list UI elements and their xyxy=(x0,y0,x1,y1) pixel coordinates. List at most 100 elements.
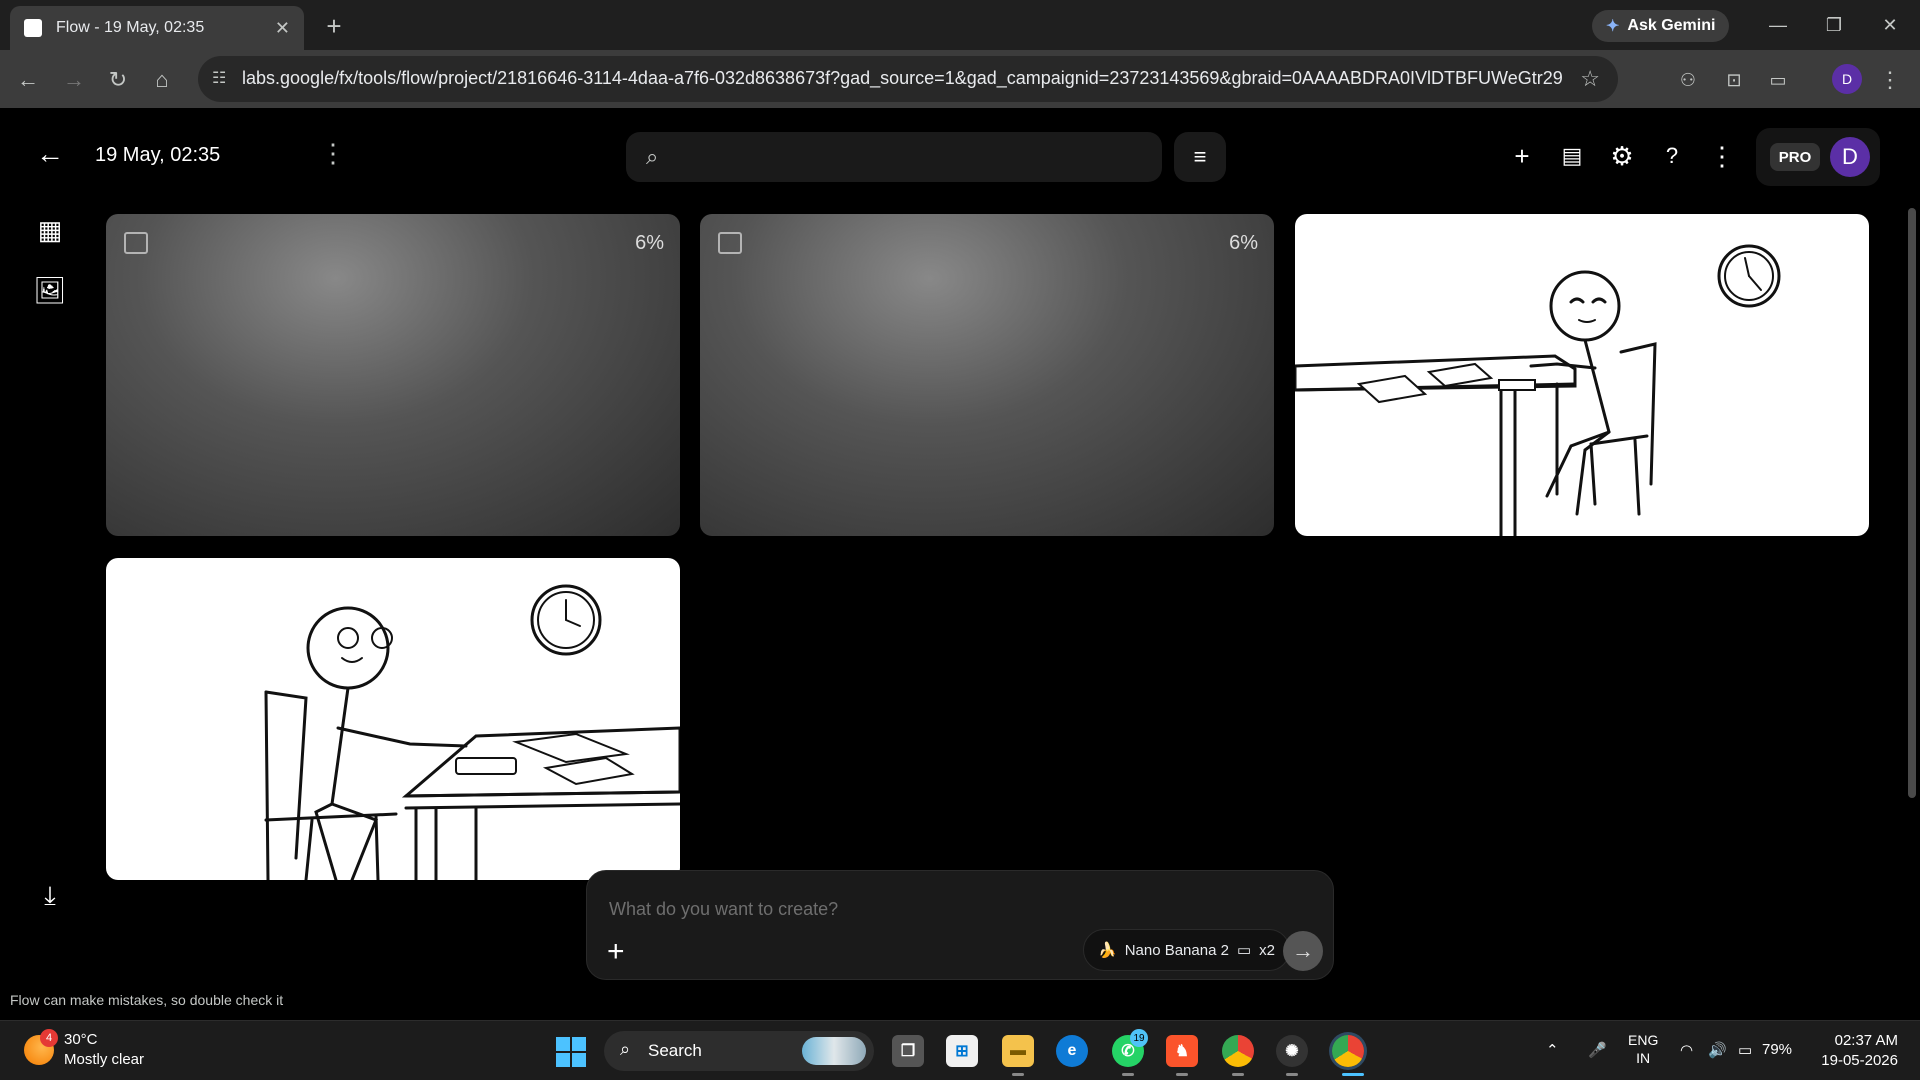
home-icon[interactable]: ⌂ xyxy=(146,64,178,96)
extension-icon[interactable]: ⚇ xyxy=(1672,64,1704,96)
aspect-ratio-icon: ▭ xyxy=(1236,942,1252,959)
more-options-icon[interactable]: ⋮ xyxy=(1704,138,1740,174)
image-view-icon[interactable]: 🖼 xyxy=(34,274,67,306)
wifi-icon[interactable]: ◠ xyxy=(1680,1041,1693,1059)
close-window-button[interactable]: ✕ xyxy=(1870,8,1910,42)
help-icon[interactable]: ? xyxy=(1654,138,1690,174)
pro-badge[interactable]: PRO xyxy=(1770,143,1820,171)
microphone-icon[interactable]: 🎤 xyxy=(1588,1041,1607,1059)
close-tab-icon[interactable]: ✕ xyxy=(275,18,290,39)
browser-profile-avatar[interactable]: D xyxy=(1832,64,1862,94)
prompt-input[interactable] xyxy=(609,899,1209,920)
stick-figure-desk-illustration xyxy=(264,584,680,880)
taskbar-search[interactable]: ⌕ Search xyxy=(604,1031,874,1071)
brave-icon[interactable]: ♞ xyxy=(1166,1035,1198,1067)
output-count: x2 xyxy=(1259,941,1275,959)
settings-gear-icon[interactable]: ⚙ xyxy=(1604,138,1640,174)
browser-menu-icon[interactable]: ⋮ xyxy=(1874,64,1906,96)
search-icon: ⌕ xyxy=(646,144,659,169)
prompt-composer: + 🍌 Nano Banana 2 ▭ x2 → xyxy=(586,870,1334,980)
tab-title: Flow - 19 May, 02:35 xyxy=(56,19,205,36)
generated-image-card-1[interactable] xyxy=(1295,214,1869,536)
chrome-profile-icon[interactable] xyxy=(1332,1035,1364,1067)
chrome-icon[interactable] xyxy=(1222,1035,1254,1067)
stick-figure-desk-illustration xyxy=(1295,244,1781,536)
send-button[interactable]: → xyxy=(1283,931,1323,971)
microsoft-store-icon[interactable]: ⊞ xyxy=(946,1035,978,1067)
gemini-icon: ✦ xyxy=(1606,18,1620,35)
task-view-icon[interactable]: ❐ xyxy=(892,1035,924,1067)
system-clock[interactable]: 02:37 AM 19-05-2026 xyxy=(1808,1031,1898,1071)
volume-icon[interactable]: 🔊 xyxy=(1708,1041,1727,1059)
grid-view-icon[interactable]: ▦ xyxy=(34,214,66,246)
windows-start-icon[interactable] xyxy=(556,1037,586,1067)
page-scrollbar[interactable] xyxy=(1908,208,1916,798)
loading-card-1[interactable]: 6% xyxy=(106,214,680,536)
active-indicator xyxy=(1012,1073,1024,1076)
project-title: 19 May, 02:35 xyxy=(95,144,221,166)
language-indicator[interactable]: ENG IN xyxy=(1628,1031,1658,1067)
model-selector[interactable]: 🍌 Nano Banana 2 ▭ x2 xyxy=(1083,929,1290,971)
user-avatar[interactable]: D xyxy=(1830,137,1870,177)
whatsapp-badge: 19 xyxy=(1130,1029,1148,1047)
battery-icon[interactable]: ▭ xyxy=(1738,1041,1752,1059)
bookmark-star-icon[interactable]: ☆ xyxy=(1580,66,1600,92)
download-icon[interactable]: ⤓ xyxy=(34,880,66,912)
ask-gemini-button[interactable]: ✦ Ask Gemini xyxy=(1592,10,1730,42)
active-indicator xyxy=(1176,1073,1188,1076)
progress-percent: 6% xyxy=(1229,232,1258,254)
active-indicator xyxy=(1342,1073,1364,1076)
restore-button[interactable]: ❐ xyxy=(1814,8,1854,42)
back-arrow-icon[interactable]: ← xyxy=(36,138,64,170)
active-indicator xyxy=(1232,1073,1244,1076)
project-more-icon[interactable]: ⋮ xyxy=(320,138,346,169)
clock-date: 19-05-2026 xyxy=(1821,1052,1898,1069)
model-name: Nano Banana 2 xyxy=(1124,941,1229,959)
flow-favicon-icon xyxy=(24,19,42,37)
filter-icon: ≡ xyxy=(1193,144,1207,169)
file-explorer-icon[interactable]: ▬ xyxy=(1002,1035,1034,1067)
image-placeholder-icon xyxy=(124,232,148,254)
search-icon: ⌕ xyxy=(620,1039,631,1059)
account-area: PRO D xyxy=(1756,128,1880,186)
weather-temperature[interactable]: 30°C xyxy=(64,1031,98,1048)
weather-description[interactable]: Mostly clear xyxy=(64,1051,144,1068)
taskbar-search-label: Search xyxy=(648,1041,702,1060)
browser-tab[interactable]: Flow - 19 May, 02:35 ✕ xyxy=(10,6,304,50)
clock-time: 02:37 AM xyxy=(1834,1032,1898,1049)
new-tab-button[interactable]: + xyxy=(318,10,350,42)
back-nav-icon[interactable]: ← xyxy=(12,64,44,96)
banana-icon: 🍌 xyxy=(1098,942,1117,959)
flow-app: ← 19 May, 02:35 ⋮ ⌕ ≡ + ▤ ⚙ ? ⋮ PRO D ▦ … xyxy=(0,108,1920,1020)
reading-list-icon[interactable]: ▭ xyxy=(1762,64,1794,96)
generated-image-card-2[interactable] xyxy=(106,558,680,880)
region-code: IN xyxy=(1636,1050,1651,1066)
image-placeholder-icon xyxy=(718,232,742,254)
browser-tabbar: Flow - 19 May, 02:35 ✕ + ✦ Ask Gemini — … xyxy=(0,0,1920,50)
show-hidden-icons-icon[interactable]: ⌃ xyxy=(1546,1041,1559,1059)
windows-taskbar: 4 30°C Mostly clear ⌕ Search ❐ ⊞ ▬ e ✆ 1… xyxy=(0,1020,1920,1080)
filter-button[interactable]: ≡ xyxy=(1174,132,1226,182)
url-text[interactable]: labs.google/fx/tools/flow/project/218166… xyxy=(242,68,1562,89)
ask-gemini-label: Ask Gemini xyxy=(1627,17,1716,34)
forward-nav-icon[interactable]: → xyxy=(58,64,90,96)
edge-icon[interactable]: e xyxy=(1056,1035,1088,1067)
add-media-icon[interactable]: + xyxy=(607,935,625,969)
weather-alert-badge: 4 xyxy=(40,1029,58,1047)
language-code: ENG xyxy=(1628,1032,1659,1048)
chatgpt-icon[interactable]: ✺ xyxy=(1276,1035,1308,1067)
screenshot-icon[interactable]: ⊡ xyxy=(1718,64,1750,96)
scenebuilder-icon[interactable]: ▤ xyxy=(1554,138,1590,174)
add-icon[interactable]: + xyxy=(1504,138,1540,174)
reload-icon[interactable]: ↻ xyxy=(102,64,134,96)
search-input[interactable]: ⌕ xyxy=(626,132,1162,182)
disclaimer-text: Flow can make mistakes, so double check … xyxy=(10,992,284,1008)
battery-percent[interactable]: 79% xyxy=(1762,1041,1792,1058)
loading-card-2[interactable]: 6% xyxy=(700,214,1274,536)
search-highlight-image xyxy=(802,1037,866,1065)
site-info-icon[interactable]: ☷ xyxy=(212,68,234,90)
minimize-button[interactable]: — xyxy=(1758,8,1798,42)
active-indicator xyxy=(1122,1073,1134,1076)
active-indicator xyxy=(1286,1073,1298,1076)
address-bar[interactable]: ☷ labs.google/fx/tools/flow/project/2181… xyxy=(198,56,1618,102)
